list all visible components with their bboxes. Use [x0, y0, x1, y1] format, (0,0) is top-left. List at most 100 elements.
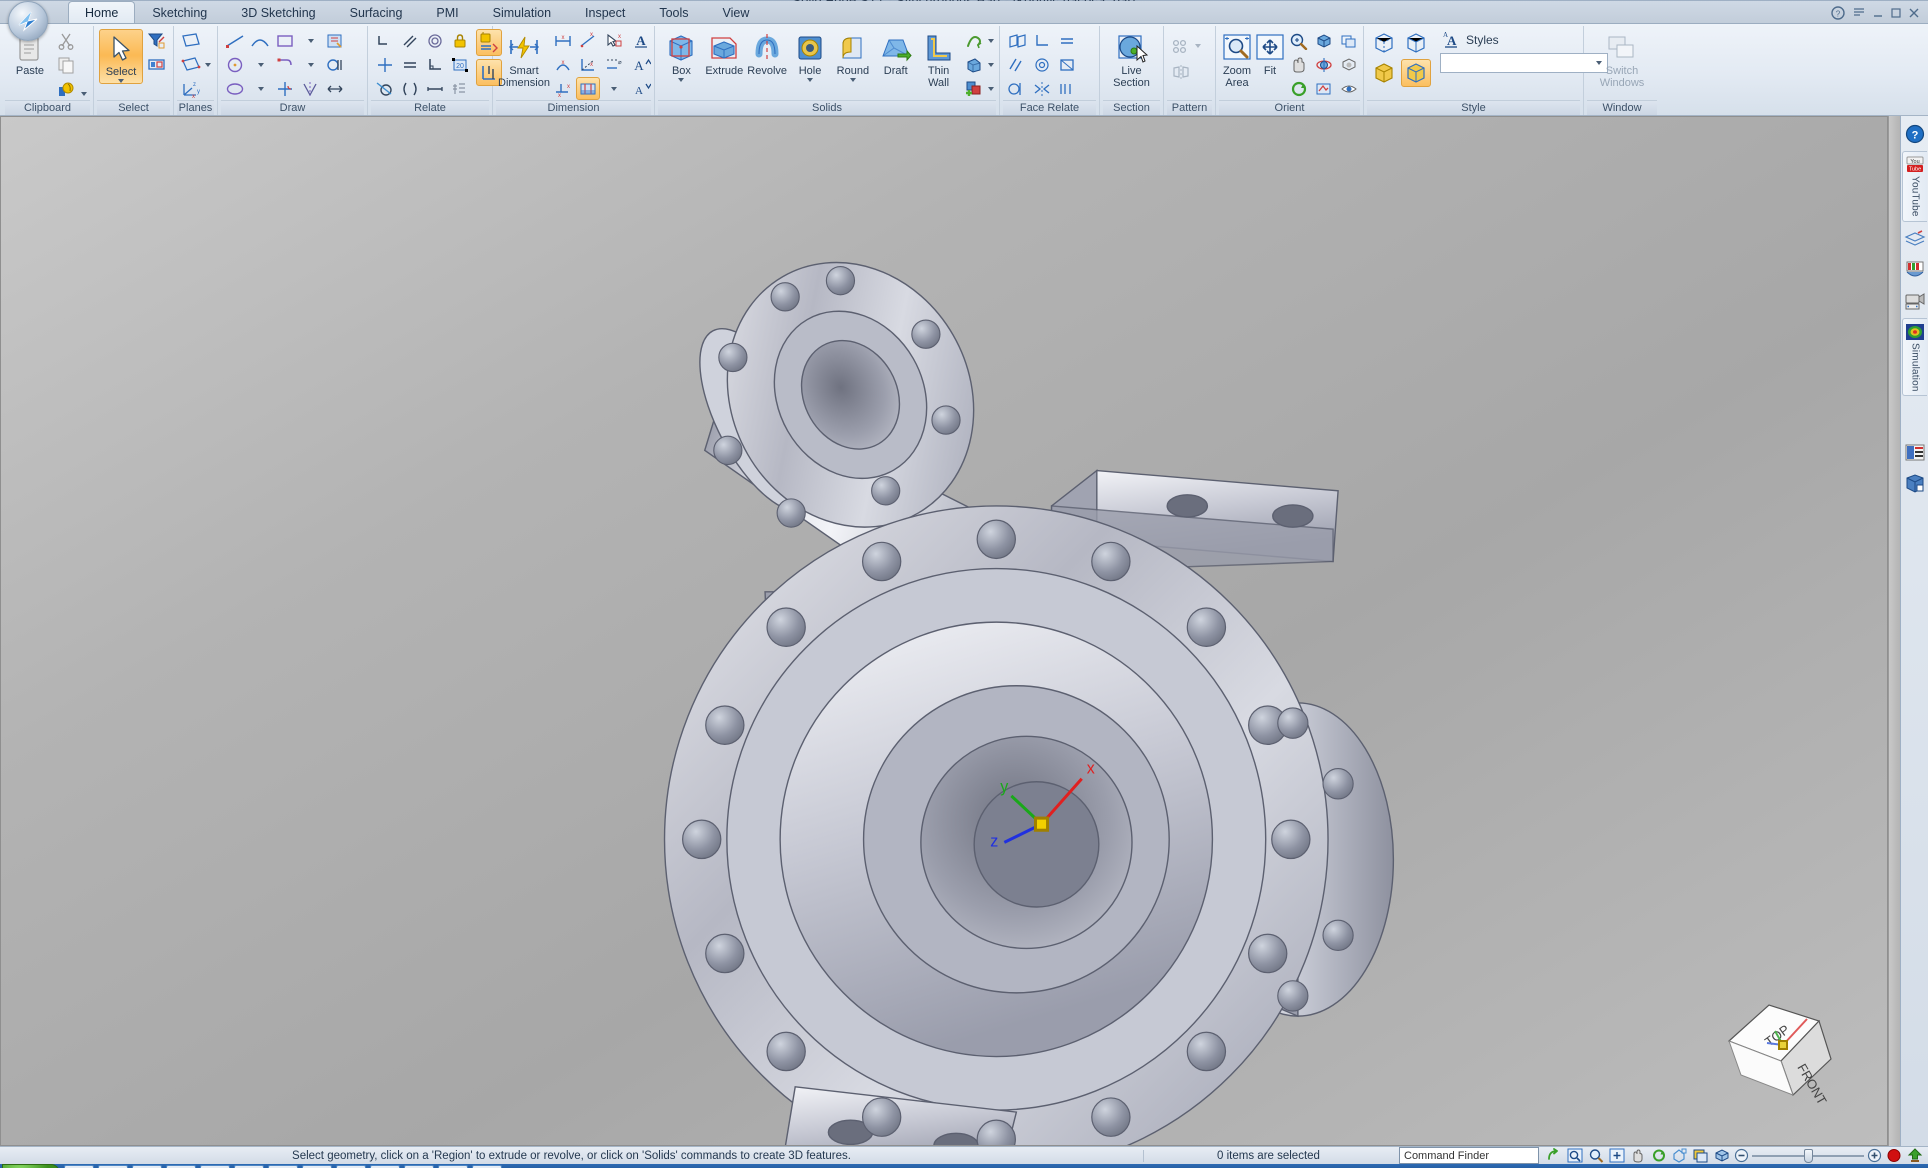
arc-icon[interactable] — [248, 29, 272, 52]
parallel-plane-icon[interactable] — [179, 53, 203, 76]
start-orb[interactable] — [2, 1164, 60, 1168]
zoom-area-status-icon[interactable] — [1566, 1147, 1584, 1164]
mirror-icon[interactable] — [1169, 60, 1193, 83]
smart-dimension-button[interactable]: Smart Dimension — [498, 29, 550, 89]
round-button[interactable]: Round — [831, 29, 874, 82]
connect-icon[interactable] — [373, 29, 397, 52]
pattern-dropdown-icon[interactable] — [1195, 43, 1201, 48]
pan-icon[interactable] — [1287, 53, 1311, 76]
face-rigid-icon[interactable] — [1055, 53, 1079, 76]
pattern-icon[interactable] — [1169, 34, 1193, 57]
cut-icon[interactable] — [54, 29, 78, 52]
draw-dropdown-1-icon[interactable] — [248, 53, 272, 76]
refresh-view-icon[interactable] — [1312, 77, 1336, 100]
hole-button[interactable]: Hole — [789, 29, 832, 82]
box-button[interactable]: Box — [660, 29, 703, 82]
coordinate-dimension-icon[interactable]: xx — [551, 77, 575, 100]
rotate-icon[interactable] — [1545, 1147, 1563, 1164]
zoom-slider-track[interactable] — [1752, 1148, 1864, 1163]
simulation-tab[interactable]: Simulation — [1902, 317, 1927, 397]
parts-library-icon[interactable] — [1902, 439, 1927, 467]
zoom-out-icon[interactable] — [1734, 1148, 1749, 1163]
perpendicular-icon[interactable] — [423, 53, 447, 76]
hole-dropdown-icon[interactable] — [807, 78, 813, 82]
revolve-button[interactable]: Revolve — [746, 29, 789, 77]
spin-icon[interactable] — [1287, 77, 1311, 100]
zoom-in-icon[interactable] — [1867, 1148, 1882, 1163]
fit-button[interactable]: Fit — [1254, 29, 1286, 77]
clipboard-dropdown-icon[interactable] — [81, 92, 87, 96]
shaded-icon[interactable] — [1369, 59, 1399, 87]
decrease-font-icon[interactable]: A — [629, 77, 653, 100]
face-symmetric-icon[interactable] — [1030, 77, 1054, 100]
select-dropdown-icon[interactable] — [118, 79, 124, 83]
command-finder-input[interactable]: Command Finder — [1399, 1147, 1539, 1165]
thin-wall-button[interactable]: Thin Wall — [917, 29, 960, 89]
pan-status-icon[interactable] — [1629, 1147, 1647, 1164]
fillet-icon[interactable] — [273, 77, 297, 100]
horizontal-vertical-icon[interactable] — [373, 53, 397, 76]
draw-dropdown-3-icon[interactable] — [298, 29, 322, 52]
fit-status-icon[interactable] — [1608, 1147, 1626, 1164]
draw-dropdown-2-icon[interactable] — [248, 77, 272, 100]
zoom-slider-thumb[interactable] — [1804, 1148, 1813, 1163]
hidden-edges-icon[interactable] — [1401, 29, 1431, 57]
view-cube[interactable]: TOP FRONT — [1711, 983, 1851, 1108]
feature-library-icon[interactable] — [1902, 470, 1927, 498]
face-coplanar-icon[interactable] — [1005, 29, 1029, 52]
tab-tools[interactable]: Tools — [642, 1, 705, 23]
concentric-icon[interactable] — [423, 29, 447, 52]
tab-home[interactable]: Home — [68, 1, 136, 23]
application-button[interactable] — [8, 1, 48, 41]
helix-icon[interactable] — [962, 29, 986, 52]
shaded-with-edges-icon[interactable] — [1401, 59, 1431, 87]
face-perpendicular-icon[interactable] — [1030, 29, 1054, 52]
record-macro-icon[interactable] — [1885, 1147, 1903, 1164]
face-offset-icon[interactable] — [1055, 77, 1079, 100]
layers-icon[interactable] — [1902, 225, 1927, 253]
dimension-color-icon[interactable] — [601, 77, 625, 100]
box-dropdown-icon[interactable] — [678, 78, 685, 82]
circle-icon[interactable] — [223, 53, 247, 76]
line-icon[interactable] — [223, 29, 247, 52]
angle-between-icon[interactable]: x — [551, 53, 575, 76]
tab-surfacing[interactable]: Surfacing — [333, 1, 420, 23]
select-filter-icon[interactable] — [144, 29, 168, 52]
tangent-icon[interactable] — [373, 77, 397, 100]
tab-simulation[interactable]: Simulation — [476, 1, 568, 23]
parallel-icon[interactable] — [398, 29, 422, 52]
live-section-button[interactable]: Live Section — [1105, 29, 1158, 89]
symmetry-icon[interactable] — [298, 77, 322, 100]
lookat-status-icon[interactable] — [1671, 1147, 1689, 1164]
collinear-icon[interactable] — [423, 77, 447, 100]
add-body-icon[interactable] — [962, 77, 986, 100]
camera-icon[interactable] — [1902, 287, 1927, 315]
offset-icon[interactable] — [323, 53, 347, 76]
region-icon[interactable] — [323, 29, 347, 52]
sweep-dropdown-icon[interactable] — [988, 62, 995, 67]
tab-sketching[interactable]: Sketching — [135, 1, 224, 23]
graphics-viewport[interactable]: x y z TOP FRONT — [0, 116, 1888, 1147]
help-icon[interactable]: ? — [1902, 122, 1927, 148]
view-style-status-icon[interactable] — [1713, 1147, 1731, 1164]
lock-icon[interactable] — [448, 29, 472, 52]
materials-icon[interactable] — [1902, 256, 1927, 284]
wireframe-icon[interactable] — [1369, 29, 1399, 57]
view-orientation-icon[interactable] — [1312, 29, 1336, 52]
extend-icon[interactable] — [323, 77, 347, 100]
face-concentric-icon[interactable] — [1030, 53, 1054, 76]
relationship-handles-icon[interactable] — [448, 77, 472, 100]
switch-windows-button[interactable]: Switch Windows — [1589, 29, 1655, 89]
distance-between-icon[interactable]: x — [551, 29, 575, 52]
rotate-view-icon[interactable] — [1312, 53, 1336, 76]
add-body-dropdown-icon[interactable] — [988, 86, 995, 91]
zoom-status-icon[interactable] — [1587, 1147, 1605, 1164]
increase-font-icon[interactable]: A — [629, 53, 653, 76]
styles-combobox[interactable] — [1440, 53, 1608, 73]
tab-view[interactable]: View — [706, 1, 767, 23]
dimension-axis-icon[interactable]: x — [576, 53, 600, 76]
draft-button[interactable]: Draft — [874, 29, 917, 77]
equal-icon[interactable] — [398, 53, 422, 76]
format-painter-icon[interactable] — [54, 77, 78, 100]
zoom-icon[interactable] — [1287, 29, 1311, 52]
